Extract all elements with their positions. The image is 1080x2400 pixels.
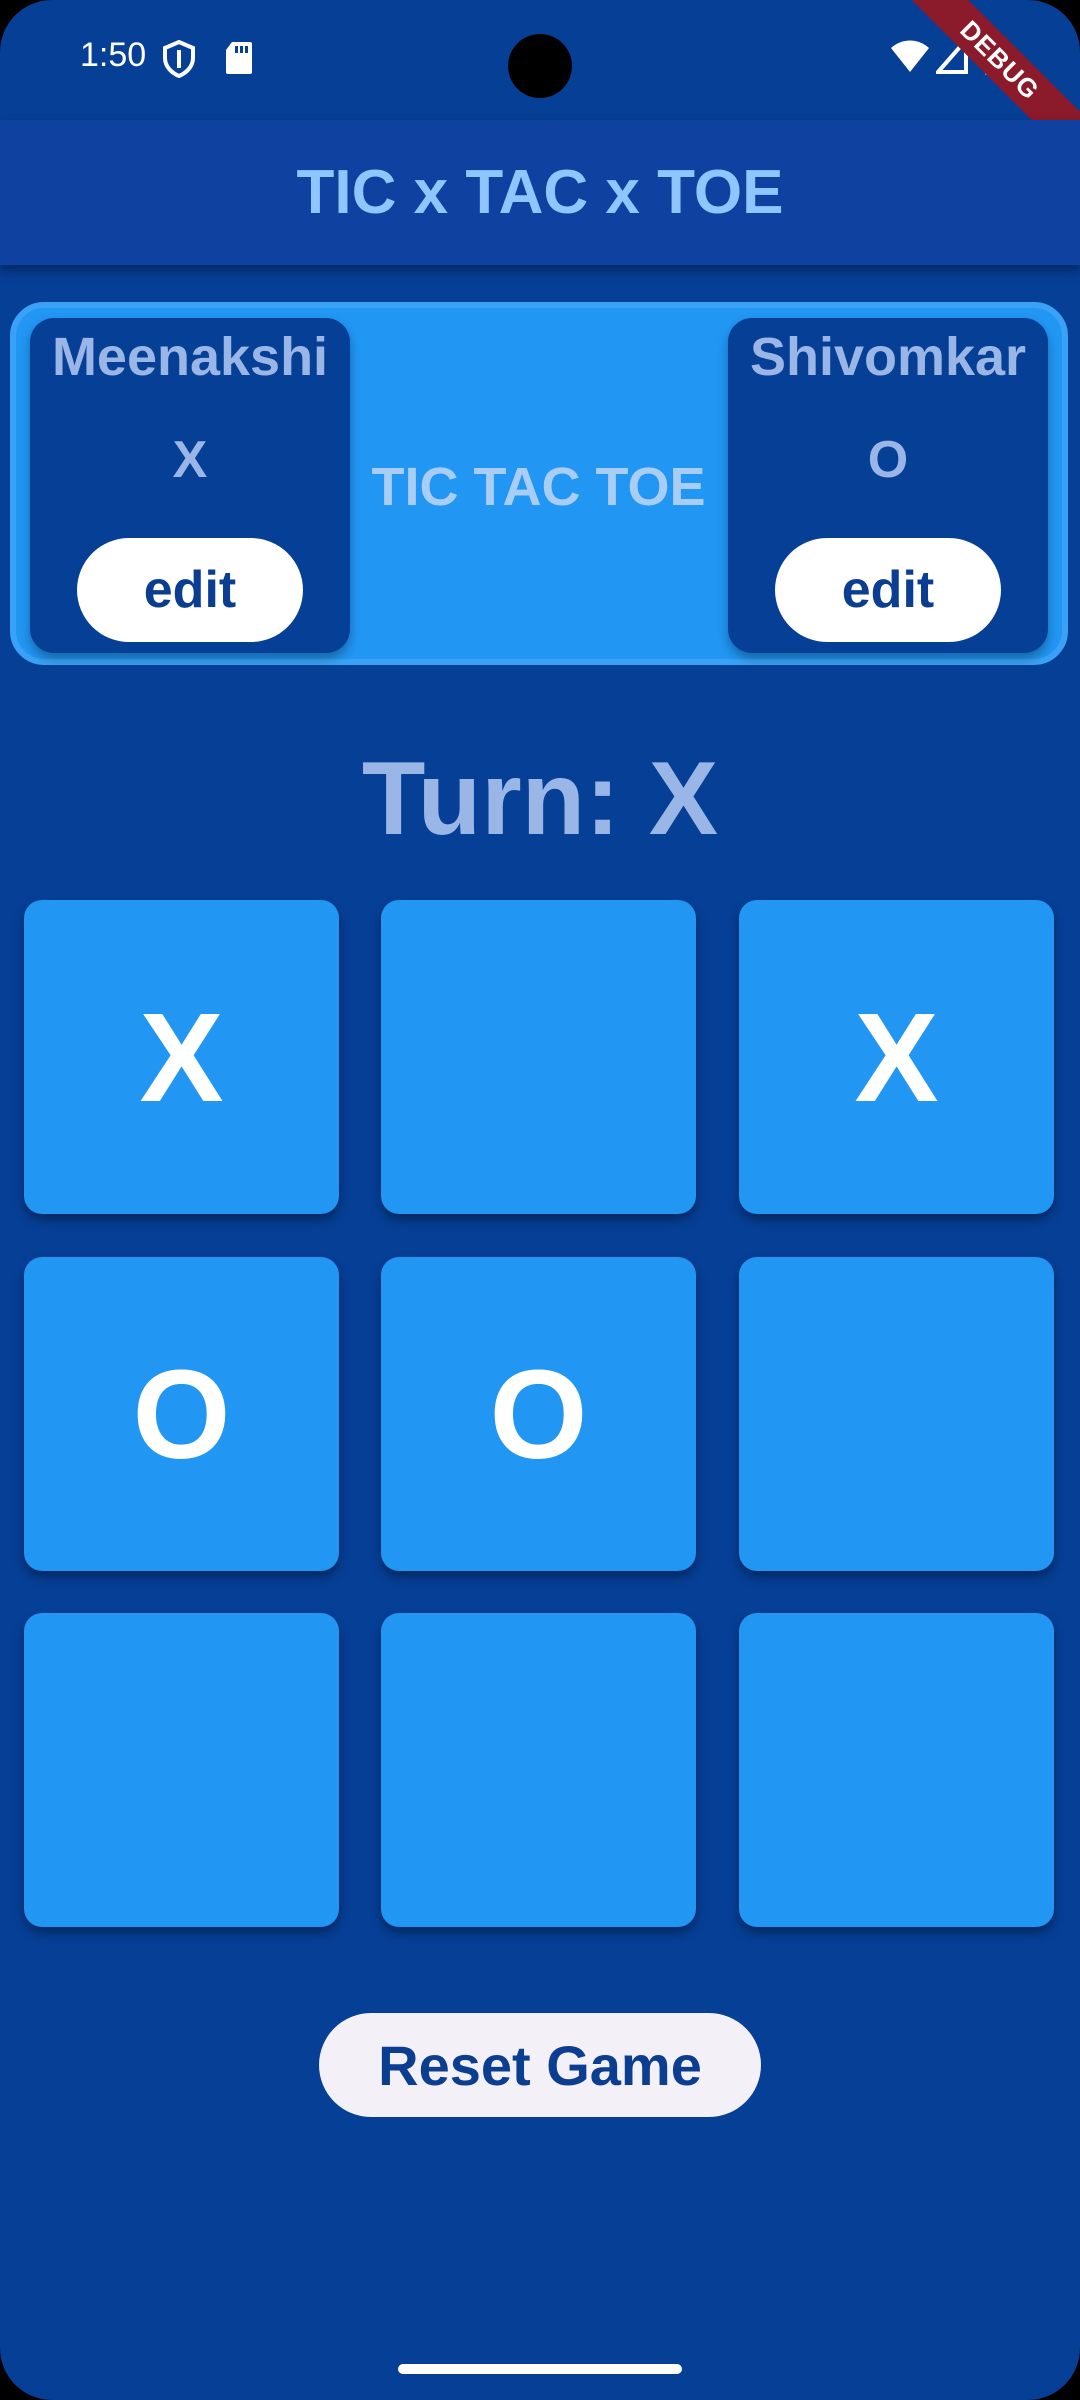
player-symbol: X xyxy=(172,431,208,489)
edit-player-o-button[interactable]: edit xyxy=(775,538,1001,642)
turn-indicator: Turn: X xyxy=(361,741,719,857)
board-cell-6[interactable] xyxy=(739,1257,1054,1571)
app-bar: TIC x TAC x TOE xyxy=(0,120,1080,265)
player-symbol: O xyxy=(867,431,909,489)
game-board: X X O O xyxy=(24,900,1054,1927)
wifi-icon xyxy=(890,38,930,79)
board-cell-2[interactable] xyxy=(381,900,696,1214)
players-panel: Meenakshi X edit TIC TAC TOE Shivomkar O… xyxy=(10,302,1068,665)
app-title: TIC x TAC x TOE xyxy=(296,158,784,227)
sd-card-icon xyxy=(224,40,254,81)
player-name: Meenakshi xyxy=(51,327,329,387)
board-cell-5[interactable]: O xyxy=(381,1257,696,1571)
board-cell-7[interactable] xyxy=(24,1613,339,1927)
home-indicator[interactable] xyxy=(398,2364,682,2374)
board-cell-1[interactable]: X xyxy=(24,900,339,1214)
board-cell-9[interactable] xyxy=(739,1613,1054,1927)
app-screen: 1:50 DEBUG TIC x TAC x TOE Meenakshi X e… xyxy=(0,0,1080,2400)
status-bar: 1:50 xyxy=(0,0,1080,120)
player-name: Shivomkar xyxy=(749,327,1027,387)
status-time: 1:50 xyxy=(80,36,147,74)
reset-game-button[interactable]: Reset Game xyxy=(319,2013,761,2117)
board-cell-4[interactable]: O xyxy=(24,1257,339,1571)
panel-title: TIC TAC TOE xyxy=(371,457,706,517)
board-cell-3[interactable]: X xyxy=(739,900,1054,1214)
player-card-x: Meenakshi X edit xyxy=(30,318,350,653)
front-camera xyxy=(508,34,572,98)
player-card-o: Shivomkar O edit xyxy=(728,318,1048,653)
board-cell-8[interactable] xyxy=(381,1613,696,1927)
shield-icon xyxy=(162,39,196,83)
edit-player-x-button[interactable]: edit xyxy=(77,538,303,642)
